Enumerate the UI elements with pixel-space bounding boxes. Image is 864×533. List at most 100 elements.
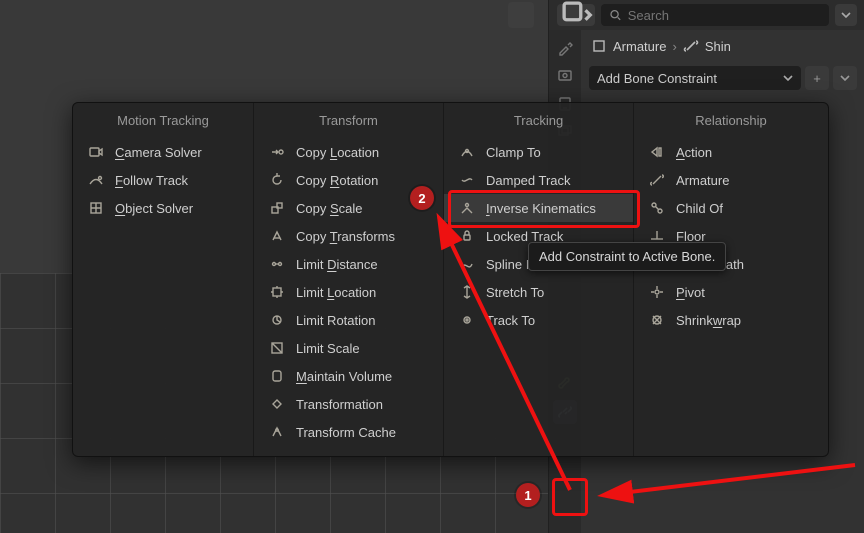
menu-item-label: Inverse Kinematics <box>486 201 596 216</box>
menu-item-label: Copy Location <box>296 145 379 160</box>
breadcrumb: Armature › Shin <box>581 30 864 62</box>
track-to-icon <box>458 311 476 329</box>
ik-icon <box>458 199 476 217</box>
chevron-down-icon <box>840 73 850 83</box>
menu-item-child-of[interactable]: Child Of <box>634 194 828 222</box>
menu-item-ik[interactable]: Inverse Kinematics <box>444 194 633 222</box>
menu-item-limit-rotation[interactable]: Limit Rotation <box>254 306 443 334</box>
menu-item-stretch-to[interactable]: Stretch To <box>444 278 633 306</box>
damped-track-icon <box>458 171 476 189</box>
chevron-right-icon: › <box>672 39 676 54</box>
menu-item-copy-rotation[interactable]: Copy Rotation <box>254 166 443 194</box>
menu-item-transformation[interactable]: Transformation <box>254 390 443 418</box>
stretch-to-icon <box>458 283 476 301</box>
search-icon <box>609 8 622 22</box>
menu-item-label: Camera Solver <box>115 145 202 160</box>
follow-track-icon <box>87 171 105 189</box>
menu-column-header: Relationship <box>634 103 828 138</box>
copy-rotation-icon <box>268 171 286 189</box>
menu-item-label: Clamp To <box>486 145 541 160</box>
menu-item-camera-solver[interactable]: Camera Solver <box>73 138 253 166</box>
limit-scale-icon <box>268 339 286 357</box>
menu-item-copy-location[interactable]: Copy Location <box>254 138 443 166</box>
menu-item-label: Transformation <box>296 397 383 412</box>
properties-top-row <box>549 0 864 30</box>
menu-item-damped-track[interactable]: Damped Track <box>444 166 633 194</box>
tab-tool[interactable] <box>553 36 577 60</box>
menu-column-header: Tracking <box>444 103 633 138</box>
add-bone-constraint-dropdown[interactable]: Add Bone Constraint <box>589 66 801 90</box>
menu-column: RelationshipActionArmatureChild OfFloorF… <box>633 103 828 456</box>
menu-item-label: Copy Transforms <box>296 229 395 244</box>
clamp-to-icon <box>458 143 476 161</box>
menu-item-label: Shrinkwrap <box>676 313 741 328</box>
menu-column: Transform Copy Location Copy Rotation Copy … <box>253 103 443 456</box>
menu-column-header: Transform <box>254 103 443 138</box>
menu-item-label: Maintain Volume <box>296 369 392 384</box>
transformation-icon <box>268 395 286 413</box>
tab-render[interactable] <box>553 64 577 88</box>
chevron-down-icon <box>783 73 793 83</box>
menu-item-maintain-volume[interactable]: Maintain Volume <box>254 362 443 390</box>
add-constraint-extras[interactable] <box>833 66 857 90</box>
limit-rotation-icon <box>268 311 286 329</box>
property-search[interactable] <box>601 4 829 26</box>
tooltip: Add Constraint to Active Bone. <box>528 242 726 271</box>
locked-track-icon <box>458 227 476 245</box>
menu-item-label: Armature <box>676 173 729 188</box>
chevron-down-icon <box>841 10 851 20</box>
menu-column: Motion Tracking Camera Solver Follow Track… <box>73 103 253 456</box>
menu-item-label: Transform Cache <box>296 425 396 440</box>
menu-item-label: Limit Scale <box>296 341 360 356</box>
limit-distance-icon <box>268 255 286 273</box>
armature-icon <box>648 171 666 189</box>
menu-item-label: Track To <box>486 313 535 328</box>
menu-item-label: Object Solver <box>115 201 193 216</box>
pin-icon <box>557 0 595 34</box>
add-bone-constraint-menu: Motion Tracking Camera Solver Follow Track… <box>72 102 829 457</box>
limit-location-icon <box>268 283 286 301</box>
search-input[interactable] <box>628 8 821 23</box>
gizmo-button[interactable] <box>508 2 534 28</box>
menu-item-pivot[interactable]: Pivot <box>634 278 828 306</box>
spline-ik-icon <box>458 255 476 273</box>
add-constraint-row: Add Bone Constraint + <box>589 66 857 90</box>
bone-icon <box>683 38 699 54</box>
menu-item-object-solver[interactable]: Object Solver <box>73 194 253 222</box>
menu-item-label: Copy Scale <box>296 201 363 216</box>
menu-item-copy-transforms[interactable]: Copy Transforms <box>254 222 443 250</box>
menu-item-copy-scale[interactable]: Copy Scale <box>254 194 443 222</box>
menu-item-label: Limit Distance <box>296 257 378 272</box>
menu-column-header: Motion Tracking <box>73 103 253 138</box>
properties-body: Armature › Shin Add Bone Constraint + <box>581 30 864 94</box>
menu-item-transform-cache[interactable]: Transform Cache <box>254 418 443 446</box>
menu-item-label: Stretch To <box>486 285 544 300</box>
menu-item-limit-location[interactable]: Limit Location <box>254 278 443 306</box>
add-constraint-plus[interactable]: + <box>805 66 829 90</box>
menu-item-label: Limit Location <box>296 285 376 300</box>
pivot-icon <box>648 283 666 301</box>
menu-item-armature[interactable]: Armature <box>634 166 828 194</box>
menu-item-track-to[interactable]: Track To <box>444 306 633 334</box>
options-dropdown[interactable] <box>835 4 857 26</box>
menu-item-clamp-to[interactable]: Clamp To <box>444 138 633 166</box>
camera-solver-icon <box>87 143 105 161</box>
menu-item-limit-distance[interactable]: Limit Distance <box>254 250 443 278</box>
pin-button[interactable] <box>557 4 595 26</box>
menu-item-label: Action <box>676 145 712 160</box>
menu-column: Tracking Clamp To Damped Track Inverse Kine… <box>443 103 633 456</box>
menu-item-action[interactable]: Action <box>634 138 828 166</box>
menu-item-limit-scale[interactable]: Limit Scale <box>254 334 443 362</box>
transform-cache-icon <box>268 423 286 441</box>
menu-item-shrinkwrap[interactable]: Shrinkwrap <box>634 306 828 334</box>
copy-transforms-icon <box>268 227 286 245</box>
menu-item-label: Limit Rotation <box>296 313 375 328</box>
menu-item-label: Damped Track <box>486 173 571 188</box>
menu-item-label: Child Of <box>676 201 723 216</box>
breadcrumb-armature[interactable]: Armature <box>613 39 666 54</box>
child-of-icon <box>648 199 666 217</box>
breadcrumb-bone[interactable]: Shin <box>705 39 731 54</box>
menu-item-follow-track[interactable]: Follow Track <box>73 166 253 194</box>
menu-item-label: Copy Rotation <box>296 173 378 188</box>
action-icon <box>648 143 666 161</box>
